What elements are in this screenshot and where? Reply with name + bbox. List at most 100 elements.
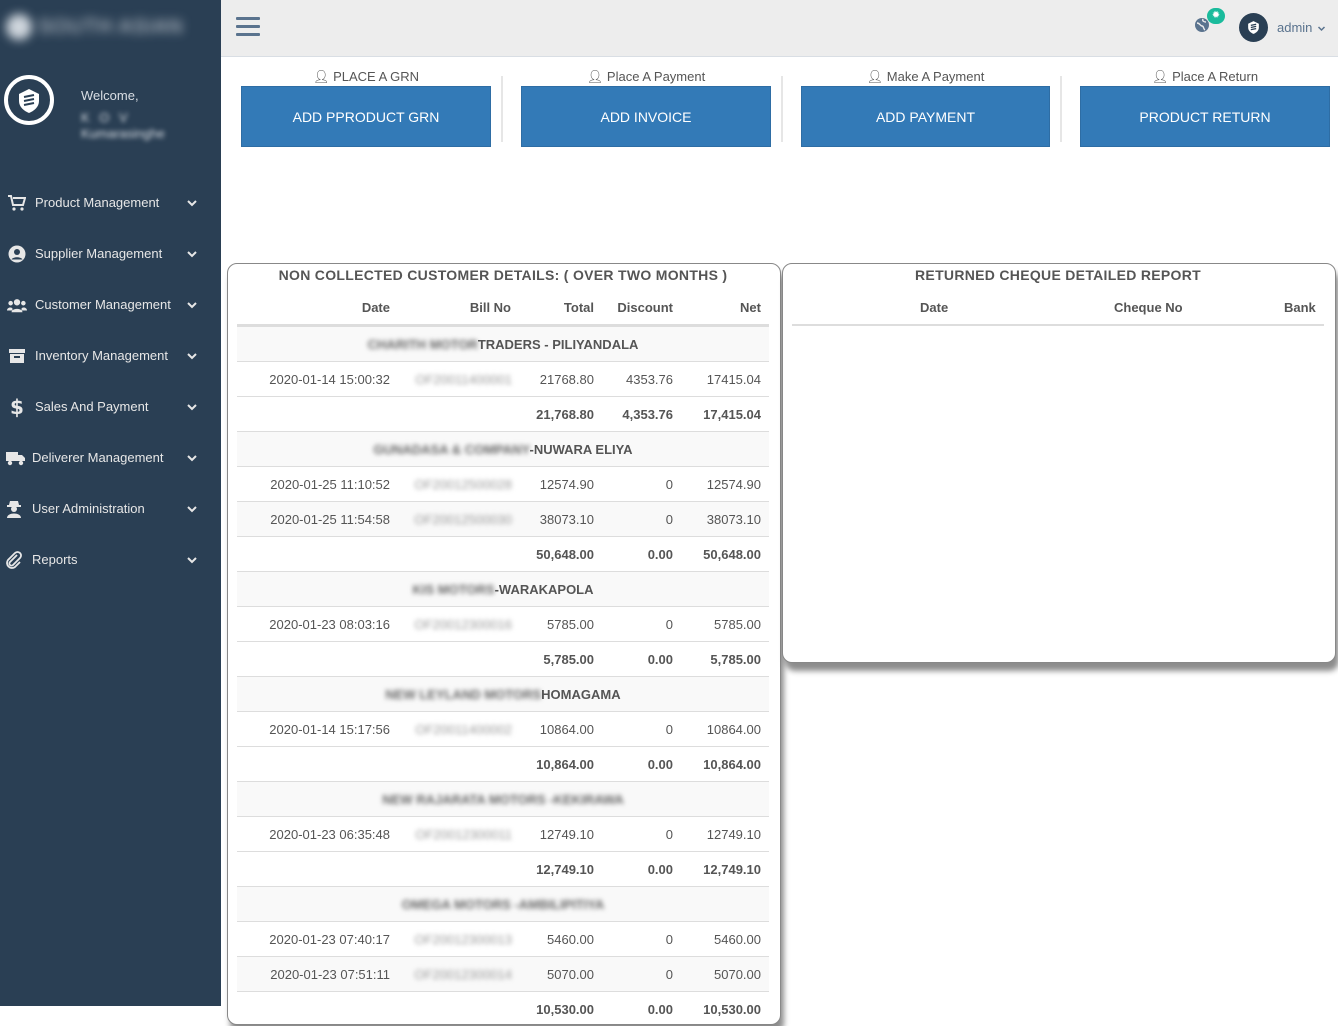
row-total: 10864.00 (539, 722, 594, 737)
cart-icon (7, 193, 27, 213)
sum-discount: 4,353.76 (622, 407, 673, 422)
row-date: 2020-01-25 11:10:52 (270, 477, 390, 492)
shield-logo-icon (1248, 21, 1259, 34)
group-total-row: 5,785.00 0.00 5,785.00 (237, 641, 769, 676)
row-discount: 0 (665, 932, 673, 947)
user-icon: 👤︎ (312, 69, 330, 84)
action-title-return: 👤︎ Place A Return (1151, 69, 1259, 84)
sidebar-item-reports[interactable]: Reports (0, 534, 221, 585)
table-row[interactable]: 2020-01-25 11:54:58 OF20012500030 38073.… (237, 501, 769, 536)
sidebar-item-customer-management[interactable]: Customer Management (0, 279, 221, 330)
sum-total: 10,530.00 (536, 1002, 594, 1017)
sum-net: 5,785.00 (710, 652, 761, 667)
notification-badge: ✹ (1207, 8, 1225, 24)
row-bill-no: OF20012300013 (414, 932, 512, 947)
row-date: 2020-01-23 07:40:17 (269, 932, 390, 947)
user-avatar[interactable] (1239, 13, 1268, 42)
add-payment-button[interactable]: ADD PAYMENT (801, 86, 1050, 147)
table-row[interactable]: 2020-01-25 11:10:52 OF20012500028 12574.… (237, 466, 769, 501)
sidebar-item-label: Customer Management (35, 297, 171, 312)
group-total-row: 21,768.80 4,353.76 17,415.04 (237, 396, 769, 431)
row-discount: 0 (665, 827, 673, 842)
table-row[interactable]: 2020-01-23 08:03:16 OF20012300016 5785.0… (237, 606, 769, 641)
menu-toggle-icon[interactable] (236, 17, 260, 39)
column-header-bill-no: Bill No (469, 300, 511, 315)
group-total-row: 10,530.00 0.00 10,530.00 (237, 991, 769, 1026)
users-icon (7, 295, 27, 315)
row-net: 17415.04 (706, 372, 761, 387)
row-net: 38073.10 (706, 512, 761, 527)
table-row[interactable]: 2020-01-23 06:35:48 OF20012300011 12749.… (237, 816, 769, 851)
row-total: 21768.80 (539, 372, 594, 387)
column-header-bank: Bank (1284, 300, 1316, 315)
row-total: 12574.90 (539, 477, 594, 492)
action-title-make-payment: 👤︎ Make A Payment (866, 69, 985, 84)
user-name-line1: K O V (81, 110, 131, 125)
row-net: 5460.00 (714, 932, 761, 947)
sidebar-item-sales-and-payment[interactable]: $ Sales And Payment (0, 381, 221, 432)
row-bill-no: OF20012500028 (414, 477, 512, 492)
customer-location: -WARAKAPOLA (494, 582, 594, 597)
chevron-down-icon[interactable] (1317, 24, 1326, 33)
row-discount: 0 (665, 617, 673, 632)
top-navbar: ✹ admin (221, 0, 1338, 57)
row-date: 2020-01-25 11:54:58 (270, 512, 390, 527)
sidebar-item-label: User Administration (32, 501, 145, 516)
column-header-date: Date (361, 300, 390, 315)
add-invoice-button[interactable]: ADD INVOICE (521, 86, 771, 147)
user-secret-icon (4, 499, 24, 519)
brand[interactable]: SOUTH ASIAN (0, 0, 221, 56)
row-total: 38073.10 (539, 512, 594, 527)
row-bill-no: OF20011400002 (415, 722, 512, 737)
table-row[interactable]: 2020-01-14 15:17:56 OF20011400002 10864.… (237, 711, 769, 746)
row-total: 5070.00 (547, 967, 594, 982)
customer-name-blurred: CHARITH MOTOR (367, 337, 478, 352)
user-menu-label[interactable]: admin (1277, 20, 1312, 35)
sidebar-item-label: Inventory Management (35, 348, 168, 363)
add-product-grn-button[interactable]: ADD PPRODUCT GRN (241, 86, 491, 147)
column-header-cheque-no: Cheque No (1114, 300, 1183, 315)
chevron-down-icon (187, 352, 197, 359)
sidebar-item-label: Sales And Payment (35, 399, 149, 414)
sidebar-item-deliverer-management[interactable]: Deliverer Management (0, 432, 221, 483)
row-net: 5070.00 (714, 967, 761, 982)
row-net: 10864.00 (706, 722, 761, 737)
truck-icon (6, 448, 26, 468)
column-header-total: Total (563, 300, 594, 315)
row-discount: 0 (665, 512, 673, 527)
chevron-down-icon (187, 199, 197, 206)
sidebar-item-product-management[interactable]: Product Management (0, 177, 221, 228)
sum-net: 10,864.00 (703, 757, 761, 772)
sidebar-item-label: Reports (32, 552, 78, 567)
sum-total: 21,768.80 (536, 407, 594, 422)
sum-net: 10,530.00 (703, 1002, 761, 1017)
sidebar-item-inventory-management[interactable]: Inventory Management (0, 330, 221, 381)
customer-group-header: CHARITH MOTORTRADERS - PILIYANDALA (237, 326, 769, 361)
row-net: 5785.00 (714, 617, 761, 632)
welcome-label: Welcome, (81, 88, 139, 103)
row-bill-no: OF20011400001 (415, 372, 512, 387)
sidebar-item-label: Product Management (35, 195, 160, 210)
dollar-icon: $ (10, 394, 24, 419)
row-date: 2020-01-14 15:00:32 (269, 372, 390, 387)
sum-net: 17,415.04 (703, 407, 761, 422)
product-return-button[interactable]: PRODUCT RETURN (1080, 86, 1330, 147)
customer-group-header: KIS MOTORS-WARAKAPOLA (237, 571, 769, 606)
user-icon: 👤︎ (586, 69, 604, 84)
table-row[interactable]: 2020-01-23 07:51:11 OF20012300014 5070.0… (237, 956, 769, 991)
sum-total: 10,864.00 (536, 757, 594, 772)
user-circle-icon (7, 244, 27, 264)
customer-location: -NUWARA ELIYA (529, 442, 633, 457)
sidebar-item-user-administration[interactable]: User Administration (0, 483, 221, 534)
customer-name-blurred: OMEGA MOTORS -AMBILIPITIYA (401, 897, 605, 912)
customer-location: TRADERS - PILIYANDALA (477, 337, 639, 352)
row-discount: 0 (665, 477, 673, 492)
profile-avatar (4, 75, 54, 125)
column-header-net: Net (740, 300, 761, 315)
table-row[interactable]: 2020-01-23 07:40:17 OF20012300013 5460.0… (237, 921, 769, 956)
customer-name-blurred: NEW LEYLAND MOTORS (385, 687, 542, 702)
panel-title: NON COLLECTED CUSTOMER DETAILS: ( OVER T… (278, 267, 728, 283)
table-row[interactable]: 2020-01-14 15:00:32 OF20011400001 21768.… (237, 361, 769, 396)
sidebar-item-supplier-management[interactable]: Supplier Management (0, 228, 221, 279)
sum-net: 50,648.00 (703, 547, 761, 562)
